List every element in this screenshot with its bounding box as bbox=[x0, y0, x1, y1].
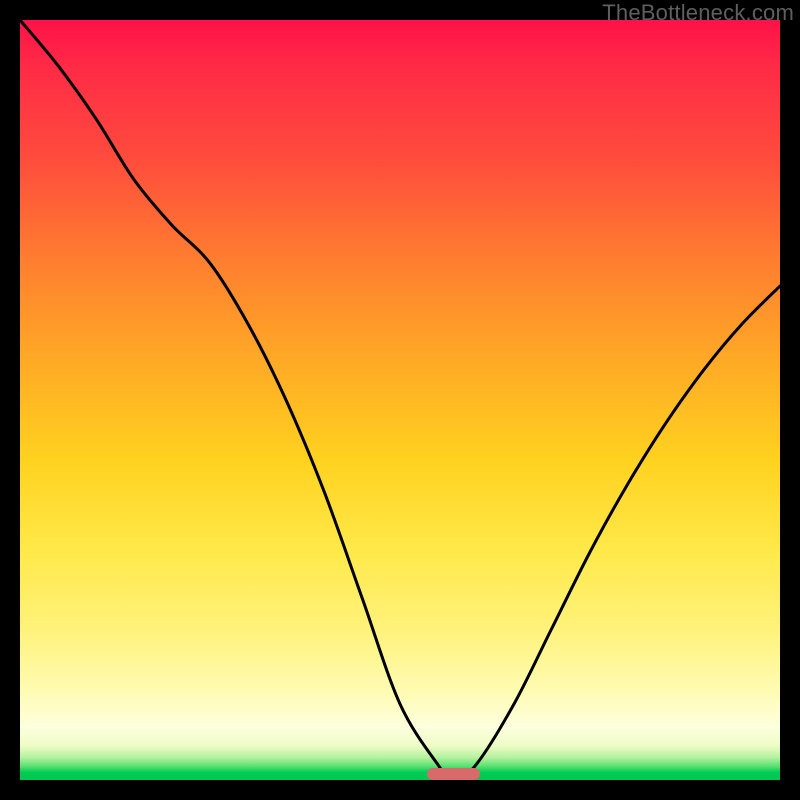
chart-frame: TheBottleneck.com bbox=[0, 0, 800, 800]
bottleneck-curve bbox=[20, 20, 780, 780]
optimum-marker bbox=[427, 768, 480, 780]
watermark-text: TheBottleneck.com bbox=[602, 0, 794, 26]
plot-area bbox=[20, 20, 780, 780]
